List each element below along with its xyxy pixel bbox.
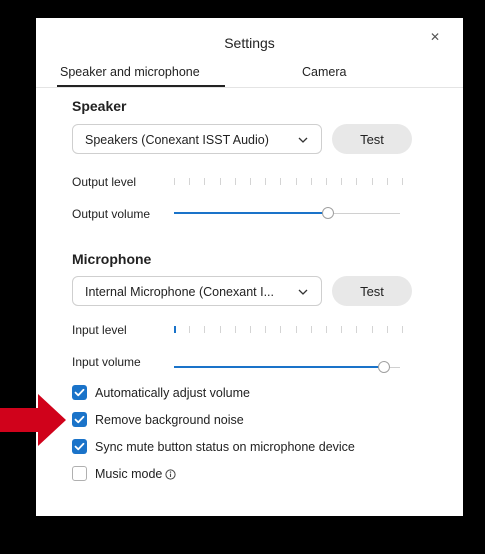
level-tick xyxy=(280,326,282,333)
level-tick xyxy=(310,178,312,185)
level-tick xyxy=(234,326,236,333)
level-tick xyxy=(310,326,312,333)
level-tick xyxy=(219,178,221,185)
tab-speaker-and-microphone[interactable]: Speaker and microphone xyxy=(60,65,200,79)
level-tick xyxy=(326,326,327,333)
level-tick xyxy=(341,178,343,185)
input-level-label: Input level xyxy=(72,323,127,337)
checkbox-box[interactable] xyxy=(72,466,87,481)
level-tick xyxy=(402,326,403,333)
level-tick xyxy=(341,326,343,333)
settings-dialog: Settings ✕ Speaker and microphone Camera… xyxy=(36,18,463,516)
level-tick xyxy=(174,326,176,333)
annotation-arrow-icon xyxy=(0,394,66,446)
music-mode-label-wrap: Music mode xyxy=(95,467,176,481)
microphone-heading: Microphone xyxy=(72,251,152,267)
output-level-label: Output level xyxy=(72,175,137,189)
speaker-device-value: Speakers (Conexant ISST Audio) xyxy=(85,133,269,147)
level-tick xyxy=(402,178,403,185)
level-tick xyxy=(356,326,358,333)
input-volume-fill xyxy=(174,366,384,368)
input-level-meter xyxy=(174,326,404,334)
level-tick xyxy=(295,326,297,333)
checkbox-box[interactable] xyxy=(72,412,87,427)
level-tick xyxy=(234,178,236,185)
microphone-device-dropdown[interactable]: Internal Microphone (Conexant I... xyxy=(72,276,322,306)
level-tick xyxy=(189,178,191,185)
level-tick xyxy=(204,178,206,185)
speaker-test-button[interactable]: Test xyxy=(332,124,412,154)
level-tick xyxy=(265,178,267,185)
level-tick xyxy=(250,178,251,185)
level-tick xyxy=(250,326,251,333)
level-tick xyxy=(189,326,191,333)
level-tick xyxy=(265,326,267,333)
input-volume-label: Input volume xyxy=(72,355,141,369)
checkbox-box[interactable] xyxy=(72,439,87,454)
dialog-title: Settings xyxy=(224,35,275,51)
level-tick xyxy=(371,326,373,333)
level-tick xyxy=(280,178,282,185)
level-tick xyxy=(386,178,388,185)
microphone-test-button[interactable]: Test xyxy=(332,276,412,306)
chevron-down-icon xyxy=(298,137,308,143)
output-level-meter xyxy=(174,178,404,186)
checkbox-box[interactable] xyxy=(72,385,87,400)
level-tick xyxy=(219,326,221,333)
level-tick xyxy=(371,178,373,185)
auto-adjust-volume-label: Automatically adjust volume xyxy=(95,386,250,400)
close-icon[interactable]: ✕ xyxy=(430,30,440,44)
output-volume-label: Output volume xyxy=(72,207,151,221)
output-volume-slider[interactable] xyxy=(174,207,400,221)
output-volume-fill xyxy=(174,212,328,214)
input-volume-thumb[interactable] xyxy=(378,361,390,373)
remove-background-noise-label: Remove background noise xyxy=(95,413,244,427)
output-volume-thumb[interactable] xyxy=(322,207,334,219)
speaker-heading: Speaker xyxy=(72,98,127,114)
level-tick xyxy=(204,326,206,333)
level-tick xyxy=(174,178,175,185)
level-tick xyxy=(326,178,327,185)
level-tick xyxy=(386,326,388,333)
chevron-down-icon xyxy=(298,289,308,295)
level-tick xyxy=(356,178,358,185)
input-volume-slider[interactable] xyxy=(174,361,400,375)
info-icon[interactable] xyxy=(165,469,176,480)
speaker-device-dropdown[interactable]: Speakers (Conexant ISST Audio) xyxy=(72,124,322,154)
microphone-device-value: Internal Microphone (Conexant I... xyxy=(85,285,274,299)
music-mode-label: Music mode xyxy=(95,467,163,481)
tab-camera[interactable]: Camera xyxy=(302,65,346,79)
level-tick xyxy=(295,178,297,185)
sync-mute-label: Sync mute button status on microphone de… xyxy=(95,440,355,454)
tab-divider xyxy=(36,87,463,88)
